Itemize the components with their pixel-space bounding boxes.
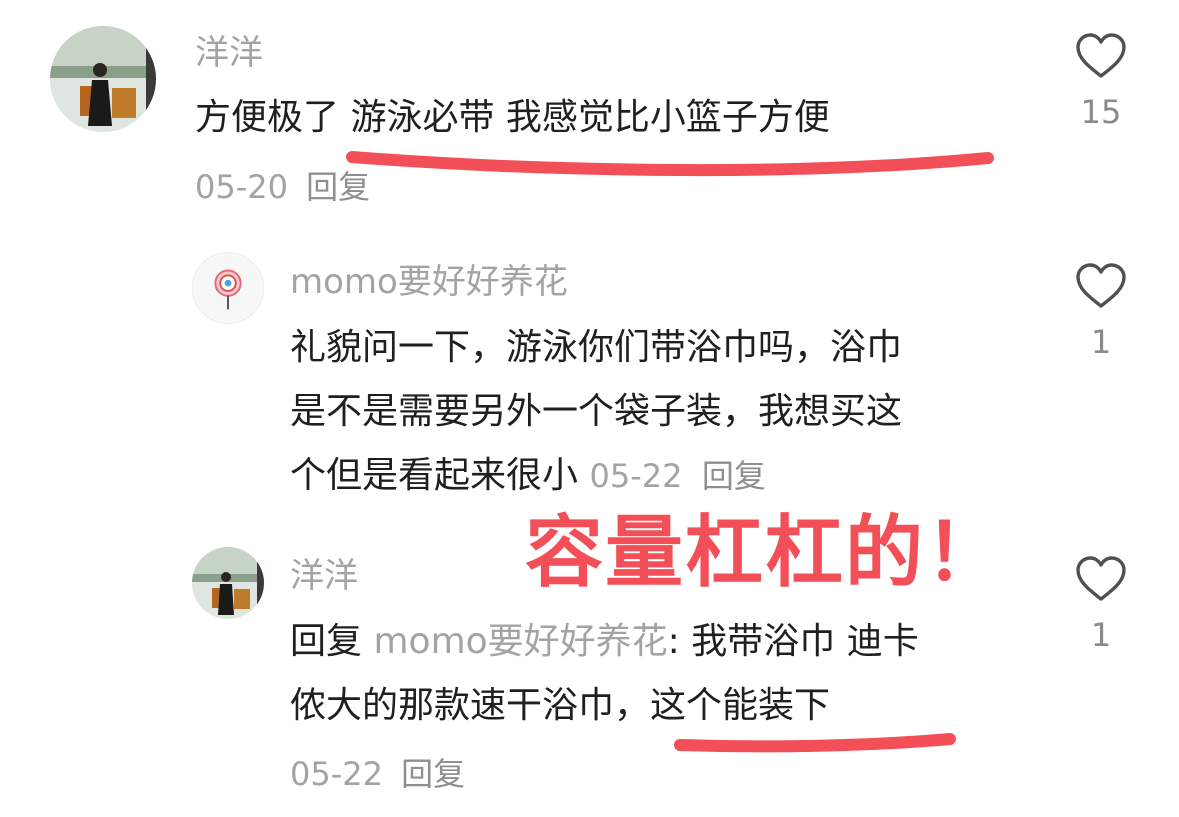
like-count: 1 [1090, 323, 1112, 361]
reply-to-username[interactable]: momo要好好养花 [373, 621, 667, 662]
like-count: 15 [1080, 93, 1122, 131]
comment-text-line: 礼貌问一下，游泳你们带浴巾吗，浴巾 [290, 327, 903, 368]
heart-icon [1076, 263, 1126, 308]
comment-text: 礼貌问一下，游泳你们带浴巾吗，浴巾 是不是需要另外一个袋子装，我想买这 个但是看… [290, 316, 902, 508]
like-button[interactable]: 1 [1066, 555, 1136, 655]
photo-avatar-icon [50, 26, 156, 132]
annotation-text: 容量杠杠的！ [525, 508, 1006, 598]
comment-text-line: 是不是需要另外一个袋子装，我想买这 [290, 391, 903, 432]
comment-text-fragment: 个但是看起来很小 [290, 455, 579, 496]
photo-avatar-icon [192, 547, 264, 619]
avatar[interactable] [192, 547, 264, 619]
comment-text: 回复 momo要好好养花: 我带浴巾 迪卡 侬大的那款速干浴巾，这个能装下 [290, 610, 919, 738]
like-button[interactable]: 15 [1066, 32, 1136, 132]
comment-date: 05-22 [290, 755, 383, 793]
underline-stroke-1 [346, 151, 994, 177]
reply-colon: : [667, 621, 680, 662]
avatar[interactable] [192, 252, 264, 324]
comment-meta: 05-22 回复 [290, 754, 465, 794]
comment-username[interactable]: 洋洋 [195, 33, 263, 73]
like-count: 1 [1090, 616, 1112, 654]
reply-button[interactable]: 回复 [401, 755, 465, 793]
reply-button[interactable]: 回复 [306, 168, 370, 206]
comment-text-line: 侬大的那款速干浴巾，这个能装下 [290, 685, 831, 726]
comment-date: 05-20 [195, 168, 288, 206]
comment-username[interactable]: momo要好好养花 [290, 262, 568, 302]
reply-prefix: 回复 [290, 621, 363, 662]
like-button[interactable]: 1 [1066, 262, 1136, 362]
comment-text-line: 个但是看起来很小 05-22 回复 [290, 444, 902, 508]
underline-stroke-2 [674, 733, 956, 753]
comment-text-line: 回复 momo要好好养花: 我带浴巾 迪卡 [290, 610, 919, 674]
comment-text-fragment: 我带浴巾 迪卡 [679, 621, 919, 662]
avatar[interactable] [50, 26, 156, 132]
comment-username[interactable]: 洋洋 [290, 556, 358, 596]
comment-text: 方便极了 游泳必带 我感觉比小篮子方便 [195, 97, 830, 138]
heart-icon [1076, 33, 1126, 78]
comment-meta: 05-20 回复 [195, 167, 370, 207]
lollipop-avatar-icon [193, 253, 263, 323]
heart-icon [1076, 556, 1126, 601]
comment-date: 05-22 [589, 457, 683, 495]
reply-button[interactable]: 回复 [702, 457, 766, 495]
